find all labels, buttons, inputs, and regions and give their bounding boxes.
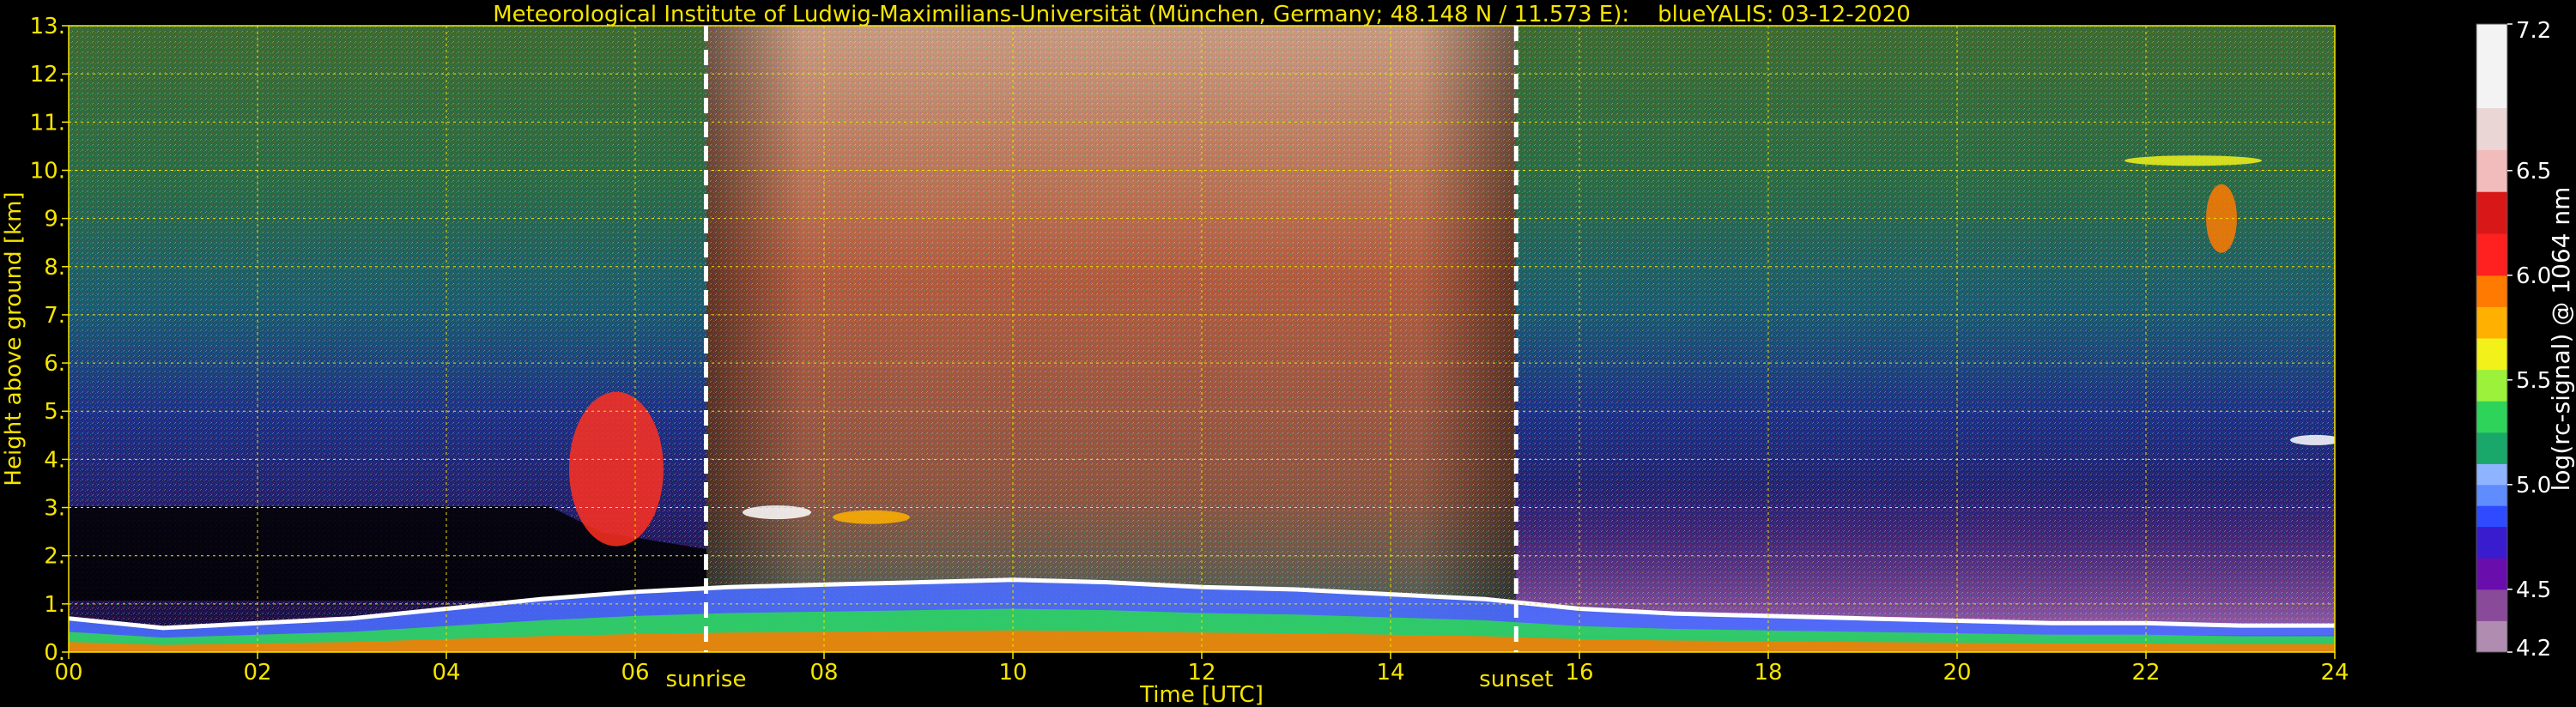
colorbar-segment xyxy=(2476,463,2507,486)
y-tick-label: 2. xyxy=(44,544,65,570)
cloud-feature xyxy=(2290,434,2335,445)
colorbar-segment xyxy=(2476,484,2507,506)
colorbar-ticks: 4.24.55.05.56.06.57.2 xyxy=(2507,18,2551,662)
colorbar-segment xyxy=(2476,233,2507,276)
cloud-feature xyxy=(833,510,910,524)
x-axis-ticks: 00 02 04 06 08 10 12 14 16 18 20 22 24 xyxy=(54,652,2349,686)
y-tick-label: 0. xyxy=(44,640,65,666)
colorbar-segment xyxy=(2476,620,2507,653)
cloud-feature xyxy=(742,505,811,520)
x-axis-label: Time [UTC] xyxy=(1139,682,1264,707)
y-tick-label: 11. xyxy=(30,110,65,136)
y-tick-label: 6. xyxy=(44,351,65,377)
colorbar-segment xyxy=(2476,306,2507,339)
colorbar-segment xyxy=(2476,107,2507,150)
cloud-feature xyxy=(569,391,664,547)
colorbar-segment xyxy=(2476,338,2507,371)
x-tick-label: 04 xyxy=(432,660,460,686)
x-tick-label: 20 xyxy=(1943,660,1971,686)
y-tick-label: 1. xyxy=(44,592,65,618)
chart-title: Meteorological Institute of Ludwig-Maxim… xyxy=(493,2,1911,27)
sunset-label: sunset xyxy=(1479,667,1553,692)
y-tick-label: 7. xyxy=(44,303,65,329)
x-tick-label: 02 xyxy=(243,660,271,686)
colorbar-segment xyxy=(2476,558,2507,590)
x-tick-label: 16 xyxy=(1565,660,1593,686)
y-tick-label: 4. xyxy=(44,447,65,473)
y-tick-label: 13. xyxy=(30,14,65,39)
x-tick-label: 24 xyxy=(2320,660,2349,686)
colorbar-tick-label: 7.2 xyxy=(2516,18,2551,44)
colorbar-segment xyxy=(2476,401,2507,433)
y-axis-ticks: 0. 1. 2. 3. 4. 5. 6. 7. 8. 9. 10. 11. 12. 13. xyxy=(30,14,69,666)
colorbar-segment xyxy=(2476,432,2507,464)
colorbar-segment xyxy=(2476,191,2507,234)
colorbar-tick-label: 6.5 xyxy=(2516,159,2551,184)
y-tick-label: 10. xyxy=(30,158,65,184)
x-tick-label: 22 xyxy=(2131,660,2160,686)
colorbar-label: log(rc-signal) @ 1064 nm xyxy=(2547,187,2575,492)
colorbar-segment xyxy=(2476,526,2507,559)
x-tick-label: 10 xyxy=(998,660,1027,686)
y-tick-label: 8. xyxy=(44,255,65,281)
colorbar xyxy=(2476,24,2507,653)
colorbar-segment xyxy=(2476,369,2507,402)
colorbar-segment xyxy=(2476,589,2507,621)
sunrise-label: sunrise xyxy=(666,667,747,692)
colorbar-tick-label: 4.2 xyxy=(2516,636,2551,662)
x-tick-label: 18 xyxy=(1754,660,1782,686)
lidar-quicklook-figure: 00 02 04 06 08 10 12 14 16 18 20 22 24 0.1.2.3.4.5.6… xyxy=(1,2,2575,707)
y-tick-label: 3. xyxy=(44,496,65,522)
y-tick-label: 9. xyxy=(44,207,65,233)
colorbar-segment xyxy=(2476,149,2507,192)
heatmap-field xyxy=(69,26,2335,652)
y-axis-label: Height above ground [km] xyxy=(1,191,27,486)
colorbar-segment xyxy=(2476,275,2507,307)
x-tick-label: 14 xyxy=(1376,660,1404,686)
cloud-feature xyxy=(2124,155,2262,166)
y-tick-label: 12. xyxy=(30,62,65,88)
colorbar-segment xyxy=(2476,24,2507,109)
colorbar-segment xyxy=(2476,505,2507,528)
colorbar-tick-label: 4.5 xyxy=(2516,577,2551,603)
y-tick-label: 5. xyxy=(44,399,65,425)
x-tick-label: 06 xyxy=(621,660,649,686)
x-tick-label: 08 xyxy=(809,660,838,686)
